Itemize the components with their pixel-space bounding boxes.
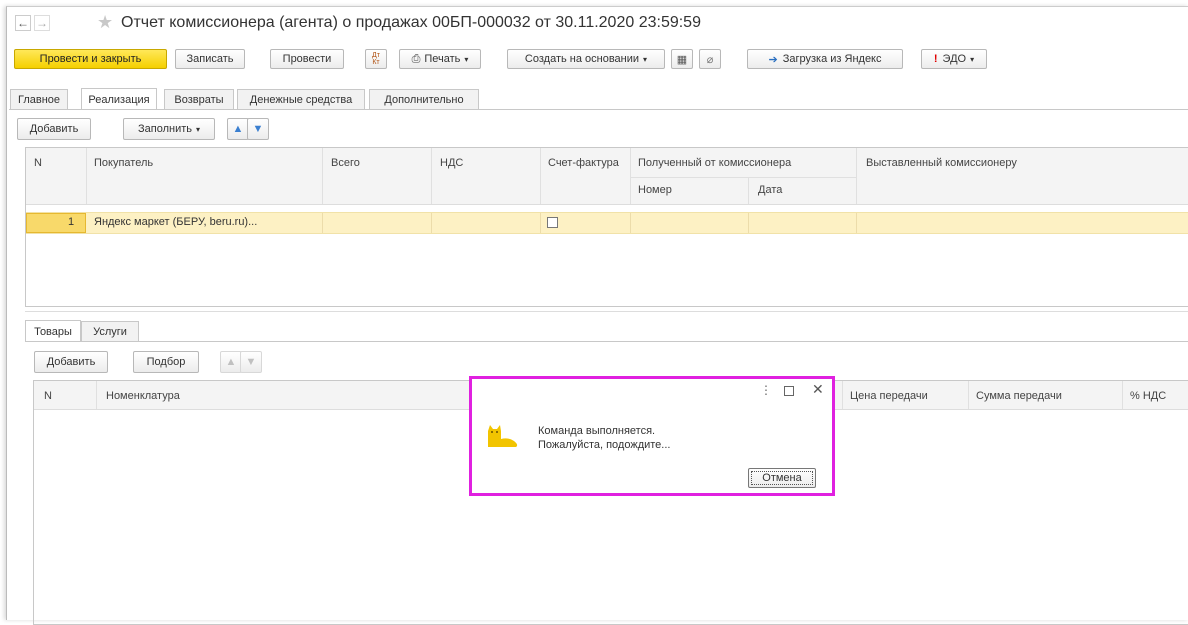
create-based-on-button[interactable]: Создать на основании ▾: [507, 49, 665, 69]
post-and-close-button[interactable]: Провести и закрыть: [14, 49, 167, 69]
forward-button[interactable]: →: [34, 15, 50, 31]
table-row[interactable]: 1 Яндекс маркет (БЕРУ, beru.ru)...: [26, 212, 1188, 234]
tab-additional[interactable]: Дополнительно: [369, 89, 479, 109]
progress-dialog: ⋮ ✕ Команда выполняется. Пожалуйста, под…: [469, 376, 835, 496]
col-n: N: [34, 157, 42, 169]
col-sum: Сумма передачи: [976, 390, 1062, 402]
add-button[interactable]: Добавить: [17, 118, 91, 140]
dt-kt-button[interactable]: Дт Кт: [365, 49, 387, 69]
invoice-checkbox[interactable]: [547, 217, 558, 228]
arrow-down-icon: ▼: [245, 356, 257, 368]
close-icon[interactable]: ✕: [812, 381, 824, 398]
chevron-down-icon: ▾: [464, 54, 469, 64]
col-issued: Выставленный комиссионеру: [866, 157, 1017, 169]
edo-label: ЭДО: [942, 53, 967, 65]
goods-move-up-button[interactable]: ▲: [220, 351, 242, 373]
chevron-down-icon: ▾: [643, 54, 648, 64]
create-based-label: Создать на основании: [524, 53, 640, 65]
dialog-message-line2: Пожалуйста, подождите...: [538, 439, 671, 451]
cancel-button[interactable]: Отмена: [748, 468, 816, 488]
col-goods-n: N: [44, 390, 52, 402]
structure-button[interactable]: ▦: [671, 49, 693, 69]
tab-goods[interactable]: Товары: [25, 320, 81, 342]
tab-services[interactable]: Услуги: [81, 321, 139, 341]
document-window: ← → ★ Отчет комиссионера (агента) о прод…: [6, 6, 1188, 625]
tab-main[interactable]: Главное: [10, 89, 68, 109]
star-icon[interactable]: ★: [97, 12, 113, 33]
load-yandex-label: Загрузка из Яндекс: [782, 53, 882, 65]
col-vat-pct: % НДС: [1130, 390, 1167, 402]
structure-icon: ▦: [676, 53, 688, 66]
more-icon[interactable]: ⋮: [760, 383, 772, 397]
arrow-up-icon: ▲: [232, 123, 244, 135]
col-number: Номер: [638, 184, 672, 196]
fill-label: Заполнить: [137, 123, 192, 135]
dt-kt-icon: Дт Кт: [372, 52, 380, 66]
arrow-down-icon: ▼: [252, 123, 264, 135]
cat-icon: [486, 421, 520, 449]
fill-button[interactable]: Заполнить ▾: [123, 118, 215, 140]
row-buyer[interactable]: Яндекс маркет (БЕРУ, beru.ru)...: [94, 216, 257, 228]
print-button[interactable]: ⎙ Печать ▾: [399, 49, 481, 69]
back-button[interactable]: ←: [15, 15, 31, 31]
paperclip-icon: ⌀: [706, 53, 714, 66]
row-number-cell[interactable]: [26, 213, 86, 233]
load-yandex-button[interactable]: ➔ Загрузка из Яндекс: [747, 49, 903, 69]
goods-move-down-button[interactable]: ▼: [240, 351, 262, 373]
arrow-up-icon: ▲: [225, 356, 237, 368]
edo-button[interactable]: ! ЭДО ▾: [921, 49, 987, 69]
tab-returns[interactable]: Возвраты: [164, 89, 234, 109]
maximize-icon[interactable]: [784, 386, 794, 396]
sales-table: N Покупатель Всего НДС Счет-фактура Полу…: [25, 147, 1188, 307]
save-button[interactable]: Записать: [175, 49, 245, 69]
print-label: Печать: [424, 53, 461, 65]
col-total: Всего: [331, 157, 360, 169]
col-nomenclature: Номенклатура: [106, 390, 180, 402]
col-invoice: Счет-фактура: [548, 157, 619, 169]
window-title: Отчет комиссионера (агента) о продажах 0…: [121, 14, 701, 31]
col-price: Цена передачи: [850, 390, 928, 402]
dialog-message-line1: Команда выполняется.: [538, 425, 656, 437]
move-down-button[interactable]: ▼: [247, 118, 269, 140]
printer-icon: ⎙: [411, 52, 421, 65]
arrow-right-icon: ➔: [768, 53, 778, 66]
tab-cash[interactable]: Денежные средства: [237, 89, 365, 109]
row-number: 1: [68, 216, 75, 228]
post-button[interactable]: Провести: [270, 49, 344, 69]
tab-sales[interactable]: Реализация: [81, 88, 157, 110]
chevron-down-icon: ▾: [196, 124, 201, 134]
select-button[interactable]: Подбор: [133, 351, 199, 373]
move-up-button[interactable]: ▲: [227, 118, 249, 140]
col-buyer: Покупатель: [94, 157, 154, 169]
chevron-down-icon: ▾: [970, 54, 975, 64]
exclamation-icon: !: [933, 53, 938, 65]
col-vat: НДС: [440, 157, 464, 169]
attach-button[interactable]: ⌀: [699, 49, 721, 69]
col-date: Дата: [758, 184, 783, 196]
col-received: Полученный от комиссионера: [638, 157, 792, 169]
goods-add-button[interactable]: Добавить: [34, 351, 108, 373]
